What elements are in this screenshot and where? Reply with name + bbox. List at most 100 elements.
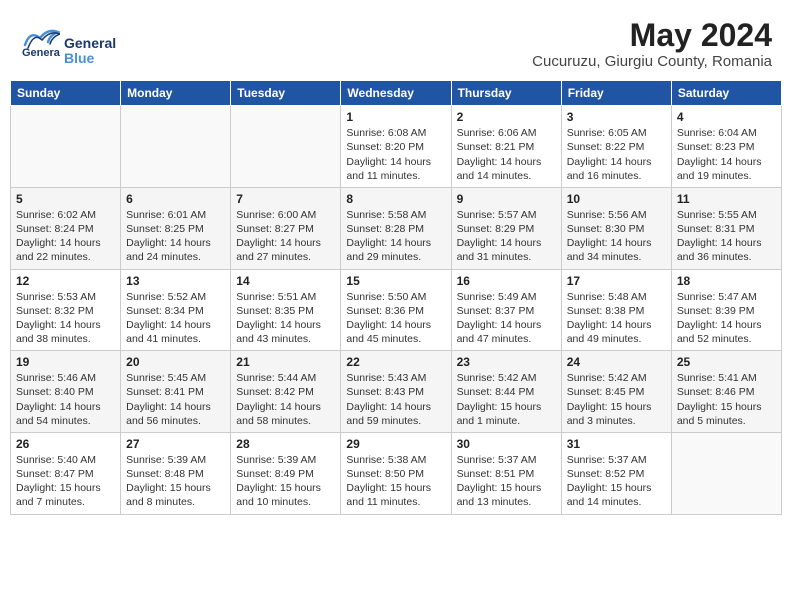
day-detail: Sunrise: 5:55 AMSunset: 8:31 PMDaylight:…	[677, 208, 776, 265]
calendar-cell: 29 Sunrise: 5:38 AMSunset: 8:50 PMDayligh…	[341, 432, 451, 514]
calendar-cell: 10Sunrise: 5:56 AMSunset: 8:30 PMDayligh…	[561, 187, 671, 269]
day-detail: Sunrise: 5:49 AMSunset: 8:37 PMDaylight:…	[457, 290, 556, 347]
logo: General Blue General Blue	[20, 18, 116, 67]
day-detail: Sunrise: 6:04 AMSunset: 8:23 PMDaylight:…	[677, 126, 776, 183]
day-detail: Sunrise: 5:37 AMSunset: 8:51 PMDaylight:…	[457, 453, 556, 510]
day-number: 8	[346, 192, 445, 206]
day-number: 24	[567, 355, 666, 369]
calendar-cell: 4 Sunrise: 6:04 AMSunset: 8:23 PMDaylight…	[671, 106, 781, 188]
weekday-header-tuesday: Tuesday	[231, 81, 341, 106]
day-number: 22	[346, 355, 445, 369]
day-number: 26	[16, 437, 115, 451]
calendar-cell	[121, 106, 231, 188]
day-detail: Sunrise: 5:45 AMSunset: 8:41 PMDaylight:…	[126, 371, 225, 428]
day-detail: Sunrise: 5:44 AMSunset: 8:42 PMDaylight:…	[236, 371, 335, 428]
day-number: 7	[236, 192, 335, 206]
day-number: 23	[457, 355, 556, 369]
day-detail: Sunrise: 5:50 AMSunset: 8:36 PMDaylight:…	[346, 290, 445, 347]
calendar-cell: 23 Sunrise: 5:42 AMSunset: 8:44 PMDayligh…	[451, 351, 561, 433]
location-subtitle: Cucuruzu, Giurgiu County, Romania	[532, 53, 772, 70]
calendar-cell: 13Sunrise: 5:52 AMSunset: 8:34 PMDayligh…	[121, 269, 231, 351]
day-number: 13	[126, 274, 225, 288]
day-detail: Sunrise: 5:40 AMSunset: 8:47 PMDaylight:…	[16, 453, 115, 510]
calendar-cell: 9 Sunrise: 5:57 AMSunset: 8:29 PMDaylight…	[451, 187, 561, 269]
day-detail: Sunrise: 5:39 AMSunset: 8:49 PMDaylight:…	[236, 453, 335, 510]
day-detail: Sunrise: 6:06 AMSunset: 8:21 PMDaylight:…	[457, 126, 556, 183]
calendar-body: 1 Sunrise: 6:08 AMSunset: 8:20 PMDaylight…	[11, 106, 782, 514]
day-number: 28	[236, 437, 335, 451]
calendar-cell: 2Sunrise: 6:06 AMSunset: 8:21 PMDaylight…	[451, 106, 561, 188]
calendar-cell: 28 Sunrise: 5:39 AMSunset: 8:49 PMDayligh…	[231, 432, 341, 514]
day-number: 3	[567, 110, 666, 124]
logo-general: General	[64, 36, 116, 51]
day-detail: Sunrise: 6:08 AMSunset: 8:20 PMDaylight:…	[346, 126, 445, 183]
day-number: 30	[457, 437, 556, 451]
svg-text:General: General	[22, 47, 60, 59]
day-detail: Sunrise: 5:38 AMSunset: 8:50 PMDaylight:…	[346, 453, 445, 510]
day-number: 9	[457, 192, 556, 206]
calendar-cell: 20 Sunrise: 5:45 AMSunset: 8:41 PMDayligh…	[121, 351, 231, 433]
weekday-header-wednesday: Wednesday	[341, 81, 451, 106]
day-number: 19	[16, 355, 115, 369]
calendar-cell: 1 Sunrise: 6:08 AMSunset: 8:20 PMDaylight…	[341, 106, 451, 188]
day-number: 20	[126, 355, 225, 369]
calendar-cell: 26 Sunrise: 5:40 AMSunset: 8:47 PMDayligh…	[11, 432, 121, 514]
weekday-header-sunday: Sunday	[11, 81, 121, 106]
weekday-header-saturday: Saturday	[671, 81, 781, 106]
day-detail: Sunrise: 6:05 AMSunset: 8:22 PMDaylight:…	[567, 126, 666, 183]
day-detail: Sunrise: 5:48 AMSunset: 8:38 PMDaylight:…	[567, 290, 666, 347]
logo-icon: General Blue	[20, 20, 60, 65]
day-number: 29	[346, 437, 445, 451]
day-number: 31	[567, 437, 666, 451]
calendar-cell: 27Sunrise: 5:39 AMSunset: 8:48 PMDayligh…	[121, 432, 231, 514]
title-block: May 2024 Cucuruzu, Giurgiu County, Roman…	[532, 18, 772, 70]
calendar-cell: 6Sunrise: 6:01 AMSunset: 8:25 PMDaylight…	[121, 187, 231, 269]
calendar-cell: 18 Sunrise: 5:47 AMSunset: 8:39 PMDayligh…	[671, 269, 781, 351]
calendar-week-row: 26 Sunrise: 5:40 AMSunset: 8:47 PMDayligh…	[11, 432, 782, 514]
calendar-cell: 30 Sunrise: 5:37 AMSunset: 8:51 PMDayligh…	[451, 432, 561, 514]
day-detail: Sunrise: 5:51 AMSunset: 8:35 PMDaylight:…	[236, 290, 335, 347]
day-number: 15	[346, 274, 445, 288]
day-number: 11	[677, 192, 776, 206]
day-number: 4	[677, 110, 776, 124]
svg-text:Blue: Blue	[22, 59, 46, 60]
day-number: 5	[16, 192, 115, 206]
day-number: 17	[567, 274, 666, 288]
calendar-week-row: 12 Sunrise: 5:53 AMSunset: 8:32 PMDayligh…	[11, 269, 782, 351]
calendar-cell: 8 Sunrise: 5:58 AMSunset: 8:28 PMDaylight…	[341, 187, 451, 269]
day-detail: Sunrise: 5:37 AMSunset: 8:52 PMDaylight:…	[567, 453, 666, 510]
day-number: 6	[126, 192, 225, 206]
calendar-cell: 12 Sunrise: 5:53 AMSunset: 8:32 PMDayligh…	[11, 269, 121, 351]
calendar-cell: 7 Sunrise: 6:00 AMSunset: 8:27 PMDaylight…	[231, 187, 341, 269]
day-detail: Sunrise: 5:46 AMSunset: 8:40 PMDaylight:…	[16, 371, 115, 428]
day-detail: Sunrise: 5:53 AMSunset: 8:32 PMDaylight:…	[16, 290, 115, 347]
day-number: 18	[677, 274, 776, 288]
day-detail: Sunrise: 5:42 AMSunset: 8:44 PMDaylight:…	[457, 371, 556, 428]
day-detail: Sunrise: 5:47 AMSunset: 8:39 PMDaylight:…	[677, 290, 776, 347]
calendar-cell: 19 Sunrise: 5:46 AMSunset: 8:40 PMDayligh…	[11, 351, 121, 433]
day-number: 25	[677, 355, 776, 369]
calendar-cell: 17 Sunrise: 5:48 AMSunset: 8:38 PMDayligh…	[561, 269, 671, 351]
calendar-cell: 22 Sunrise: 5:43 AMSunset: 8:43 PMDayligh…	[341, 351, 451, 433]
day-detail: Sunrise: 5:41 AMSunset: 8:46 PMDaylight:…	[677, 371, 776, 428]
day-detail: Sunrise: 5:43 AMSunset: 8:43 PMDaylight:…	[346, 371, 445, 428]
day-detail: Sunrise: 6:02 AMSunset: 8:24 PMDaylight:…	[16, 208, 115, 265]
calendar-cell: 24Sunrise: 5:42 AMSunset: 8:45 PMDayligh…	[561, 351, 671, 433]
calendar-cell	[671, 432, 781, 514]
calendar-cell: 21Sunrise: 5:44 AMSunset: 8:42 PMDayligh…	[231, 351, 341, 433]
day-detail: Sunrise: 5:57 AMSunset: 8:29 PMDaylight:…	[457, 208, 556, 265]
day-number: 12	[16, 274, 115, 288]
day-detail: Sunrise: 5:58 AMSunset: 8:28 PMDaylight:…	[346, 208, 445, 265]
weekday-header-friday: Friday	[561, 81, 671, 106]
day-number: 1	[346, 110, 445, 124]
logo-blue: Blue	[64, 51, 116, 66]
calendar-cell: 31 Sunrise: 5:37 AMSunset: 8:52 PMDayligh…	[561, 432, 671, 514]
calendar-cell	[231, 106, 341, 188]
calendar-cell: 3 Sunrise: 6:05 AMSunset: 8:22 PMDaylight…	[561, 106, 671, 188]
weekday-header-thursday: Thursday	[451, 81, 561, 106]
day-number: 16	[457, 274, 556, 288]
weekday-header-monday: Monday	[121, 81, 231, 106]
calendar-cell: 5 Sunrise: 6:02 AMSunset: 8:24 PMDaylight…	[11, 187, 121, 269]
calendar-cell: 14Sunrise: 5:51 AMSunset: 8:35 PMDayligh…	[231, 269, 341, 351]
day-detail: Sunrise: 6:00 AMSunset: 8:27 PMDaylight:…	[236, 208, 335, 265]
